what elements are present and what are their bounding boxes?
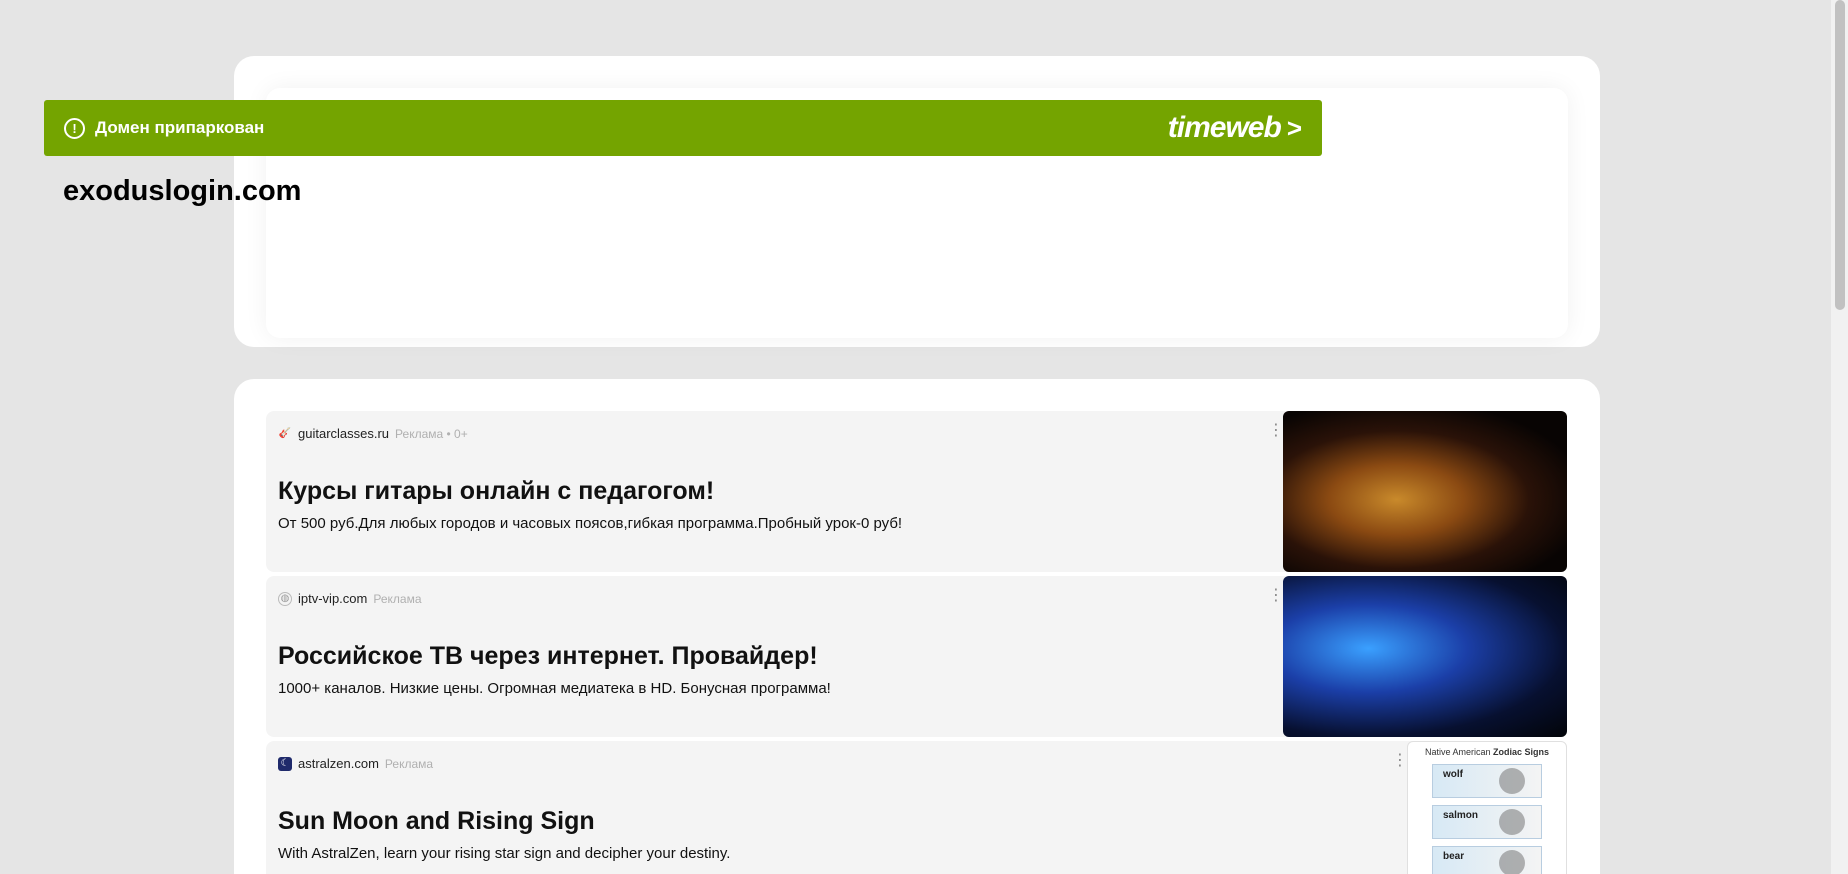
- ad-description: От 500 руб.Для любых городов и часовых п…: [278, 515, 903, 532]
- zodiac-sign-label: wolf: [1443, 769, 1463, 780]
- ad-description: 1000+ каналов. Низкие цены. Огромная мед…: [278, 680, 831, 697]
- zodiac-sign-salmon: salmon: [1432, 805, 1542, 839]
- chevron-right-icon[interactable]: >: [1287, 113, 1302, 144]
- more-options-icon[interactable]: ⋮: [1392, 753, 1408, 769]
- guitar-icon: 🎸: [278, 428, 292, 439]
- parked-banner[interactable]: ! Домен припаркован timeweb >: [44, 100, 1322, 156]
- ad-site[interactable]: guitarclasses.ru: [298, 426, 389, 441]
- domain-name: exoduslogin.com: [63, 175, 302, 207]
- zodiac-title-bold: Zodiac Signs: [1493, 747, 1550, 757]
- zodiac-title-plain: Native American: [1424, 747, 1491, 757]
- ad-meta: 🎸 guitarclasses.ru Реклама • 0+: [278, 426, 468, 441]
- zodiac-sign-wolf: wolf: [1432, 764, 1542, 798]
- zodiac-sign-label: bear: [1443, 851, 1465, 862]
- globe-icon: ◍: [278, 591, 292, 606]
- ad-label: Реклама: [373, 591, 422, 606]
- zodiac-sign-bear: bear: [1432, 846, 1542, 874]
- tv-apps-photo[interactable]: [1283, 576, 1567, 737]
- bear-icon: [1499, 850, 1525, 874]
- page-scrollbar[interactable]: [1831, 0, 1848, 874]
- guitar-photo[interactable]: [1283, 411, 1567, 572]
- timeweb-logo[interactable]: timeweb: [1168, 111, 1282, 145]
- wolf-icon: [1499, 768, 1525, 794]
- ad-description: With AstralZen, learn your rising star s…: [278, 845, 731, 862]
- ad-site[interactable]: iptv-vip.com: [298, 591, 367, 606]
- ad-item-iptv[interactable]: ◍ iptv-vip.com Реклама ⋮ Российское ТВ ч…: [266, 576, 1567, 737]
- moon-icon: ☾: [278, 756, 292, 771]
- ad-site[interactable]: astralzen.com: [298, 756, 379, 771]
- more-options-icon[interactable]: ⋮: [1268, 588, 1284, 604]
- zodiac-sign-label: salmon: [1443, 810, 1479, 821]
- salmon-icon: [1499, 809, 1525, 835]
- ad-meta: ◍ iptv-vip.com Реклама: [278, 591, 422, 606]
- ad-label: Реклама: [384, 756, 434, 771]
- ad-headline[interactable]: Sun Moon and Rising Sign: [278, 807, 595, 836]
- exclamation-circle-icon: !: [64, 117, 85, 139]
- zodiac-chart[interactable]: Native American Zodiac Signs wolf salmon…: [1407, 741, 1567, 874]
- ad-item-guitar[interactable]: 🎸 guitarclasses.ru Реклама • 0+ ⋮ Курсы …: [266, 411, 1567, 572]
- ad-item-astralzen[interactable]: ☾ astralzen.com Реклама ⋮ Sun Moon and R…: [266, 741, 1567, 874]
- ad-meta: ☾ astralzen.com Реклама: [278, 756, 433, 771]
- ad-label: Реклама • 0+: [395, 426, 468, 441]
- ad-headline[interactable]: Российское ТВ через интернет. Провайдер!: [278, 642, 818, 671]
- ad-headline[interactable]: Курсы гитары онлайн с педагогом!: [278, 477, 714, 506]
- parked-status-text: Домен припаркован: [95, 118, 265, 137]
- more-options-icon[interactable]: ⋮: [1268, 423, 1284, 439]
- zodiac-title: Native American Zodiac Signs: [1408, 747, 1566, 757]
- scrollbar-thumb[interactable]: [1835, 0, 1845, 310]
